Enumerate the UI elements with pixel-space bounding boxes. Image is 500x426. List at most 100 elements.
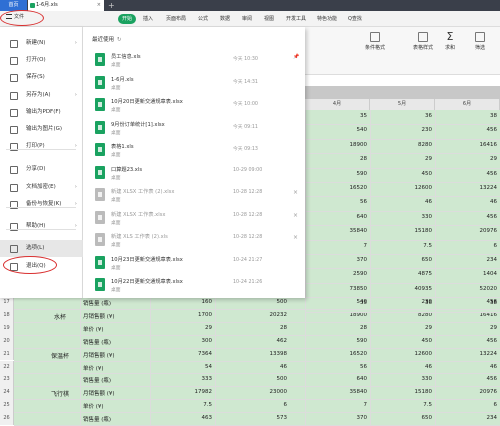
filter-button[interactable]: 筛选 <box>470 32 490 51</box>
table-cell[interactable]: 29 <box>370 325 435 331</box>
table-cell[interactable]: 17982 <box>150 389 215 395</box>
table-cell[interactable]: 8280 <box>370 312 435 318</box>
recent-file-row[interactable]: 10月22日更新交通规章表.xlsx 桌面 10-24 21:26 <box>83 274 305 296</box>
table-cell[interactable]: 28 <box>305 156 370 162</box>
file-menu-item[interactable]: 备份与恢复(K) › <box>0 196 83 213</box>
table-cell[interactable]: 20976 <box>435 228 500 234</box>
table-cell[interactable]: 640 <box>305 214 370 220</box>
menu-start[interactable]: 开始 <box>118 14 137 24</box>
table-cell[interactable]: 540 <box>305 127 370 133</box>
table-cell[interactable]: 56 <box>305 199 370 205</box>
column-header-may[interactable]: 5月 <box>370 99 435 110</box>
table-cell[interactable]: 650 <box>370 415 435 421</box>
row-number[interactable]: 21 <box>0 347 14 361</box>
table-cell[interactable]: 330 <box>370 376 435 382</box>
table-cell[interactable]: 23000 <box>215 389 290 395</box>
table-cell[interactable]: 35840 <box>305 228 370 234</box>
file-menu-item[interactable]: 打印(P) › <box>0 138 83 155</box>
table-cell[interactable]: 6 <box>215 402 290 408</box>
table-cell[interactable]: 15180 <box>370 389 435 395</box>
table-cell[interactable]: 12600 <box>370 185 435 191</box>
table-cell[interactable]: 28 <box>215 325 290 331</box>
recent-file-row[interactable]: 员工信息.xls 桌面 今天 10:30 📌 <box>83 49 305 71</box>
row-number[interactable]: 26 <box>0 412 14 425</box>
file-menu-item[interactable]: 文档加密(E) › <box>0 179 83 196</box>
metric-label[interactable]: 单价 (¥) <box>80 402 150 410</box>
file-menu-item[interactable]: 新建(N) › <box>0 35 83 52</box>
table-cell[interactable]: 456 <box>435 171 500 177</box>
remove-icon[interactable]: × <box>293 189 298 196</box>
table-cell[interactable]: 7 <box>305 402 370 408</box>
table-cell[interactable]: 16520 <box>305 185 370 191</box>
table-cell[interactable]: 18900 <box>305 142 370 148</box>
file-menu-item[interactable]: 输出为图片(G) <box>0 121 83 138</box>
table-style-button[interactable]: 表格样式 <box>410 32 436 51</box>
metric-label[interactable]: 销售量 (瓶) <box>80 415 150 423</box>
file-menu-item[interactable]: 选项(L) <box>0 240 83 257</box>
table-cell[interactable]: 573 <box>215 415 290 421</box>
table-cell[interactable]: 16416 <box>435 142 500 148</box>
file-menu-item[interactable]: 输出为PDF(F) <box>0 104 83 121</box>
row-number[interactable]: 20 <box>0 334 14 348</box>
table-cell[interactable]: 35 <box>305 113 370 119</box>
table-cell[interactable]: 1700 <box>150 312 215 318</box>
table-cell[interactable]: 650 <box>370 257 435 263</box>
table-cell[interactable]: 29 <box>435 156 500 162</box>
table-cell[interactable]: 7.5 <box>370 243 435 249</box>
table-cell[interactable]: 13224 <box>435 185 500 191</box>
table-cell[interactable]: 540 <box>305 299 370 305</box>
row-number[interactable]: 24 <box>0 386 14 400</box>
remove-icon[interactable]: × <box>293 212 298 219</box>
metric-label[interactable]: 销售量 (瓶) <box>80 299 150 307</box>
conditional-format-button[interactable]: 条件格式 <box>362 32 388 51</box>
table-cell[interactable]: 456 <box>435 376 500 382</box>
metric-label[interactable]: 月销售额 (¥) <box>80 389 150 397</box>
table-cell[interactable]: 640 <box>305 376 370 382</box>
table-cell[interactable]: 500 <box>215 299 290 305</box>
menu-formula[interactable]: 公式 <box>198 14 208 24</box>
menu-review[interactable]: 审阅 <box>242 14 252 24</box>
table-cell[interactable]: 46 <box>435 364 500 370</box>
recent-file-row[interactable]: 1-6月.xls 桌面 今天 14:31 <box>83 72 305 94</box>
table-cell[interactable]: 7 <box>305 243 370 249</box>
row-number[interactable]: 25 <box>0 399 14 413</box>
table-cell[interactable]: 46 <box>370 364 435 370</box>
table-cell[interactable]: 73850 <box>305 286 370 292</box>
menu-view[interactable]: 视图 <box>264 14 274 24</box>
table-cell[interactable]: 500 <box>215 376 290 382</box>
close-icon[interactable]: × <box>97 0 101 11</box>
table-cell[interactable]: 370 <box>305 257 370 263</box>
recent-file-row[interactable]: 新建 XLS 工作表 (2).xls 桌面 10-28 12:28 × <box>83 229 305 251</box>
remove-icon[interactable]: × <box>293 234 298 241</box>
menu-insert[interactable]: 插入 <box>143 14 153 24</box>
table-cell[interactable]: 16416 <box>435 312 500 318</box>
product-group-label[interactable]: 保温杯 <box>40 351 80 360</box>
table-cell[interactable]: 8280 <box>370 142 435 148</box>
table-cell[interactable]: 6 <box>435 243 500 249</box>
table-cell[interactable]: 230 <box>370 299 435 305</box>
table-cell[interactable]: 18900 <box>305 312 370 318</box>
table-cell[interactable]: 7364 <box>150 351 215 357</box>
file-menu-item[interactable]: 帮助(H) › <box>0 218 83 235</box>
table-cell[interactable]: 46 <box>370 199 435 205</box>
table-cell[interactable]: 46 <box>215 364 290 370</box>
column-header-jun[interactable]: 6月 <box>435 99 500 110</box>
refresh-icon[interactable]: ↻ <box>117 37 122 43</box>
pin-icon[interactable]: 📌 <box>293 54 299 60</box>
table-cell[interactable]: 6 <box>435 402 500 408</box>
table-cell[interactable]: 234 <box>435 415 500 421</box>
file-menu-item[interactable]: 另存为(A) › <box>0 87 83 104</box>
table-cell[interactable]: 450 <box>370 338 435 344</box>
recent-file-row[interactable]: 10月23日更新交通规章表.xlsx 桌面 10-24 21:27 <box>83 252 305 274</box>
table-cell[interactable]: 12600 <box>370 351 435 357</box>
table-cell[interactable]: 2590 <box>305 271 370 277</box>
menu-special[interactable]: 特色功能 <box>317 14 337 24</box>
table-cell[interactable]: 52020 <box>435 286 500 292</box>
table-cell[interactable]: 590 <box>305 338 370 344</box>
table-cell[interactable]: 13224 <box>435 351 500 357</box>
metric-label[interactable]: 销售量 (瓶) <box>80 376 150 384</box>
metric-label[interactable]: 月销售额 (¥) <box>80 351 150 359</box>
menu-page-layout[interactable]: 页面布局 <box>166 14 186 24</box>
table-cell[interactable]: 4875 <box>370 271 435 277</box>
table-cell[interactable]: 13398 <box>215 351 290 357</box>
